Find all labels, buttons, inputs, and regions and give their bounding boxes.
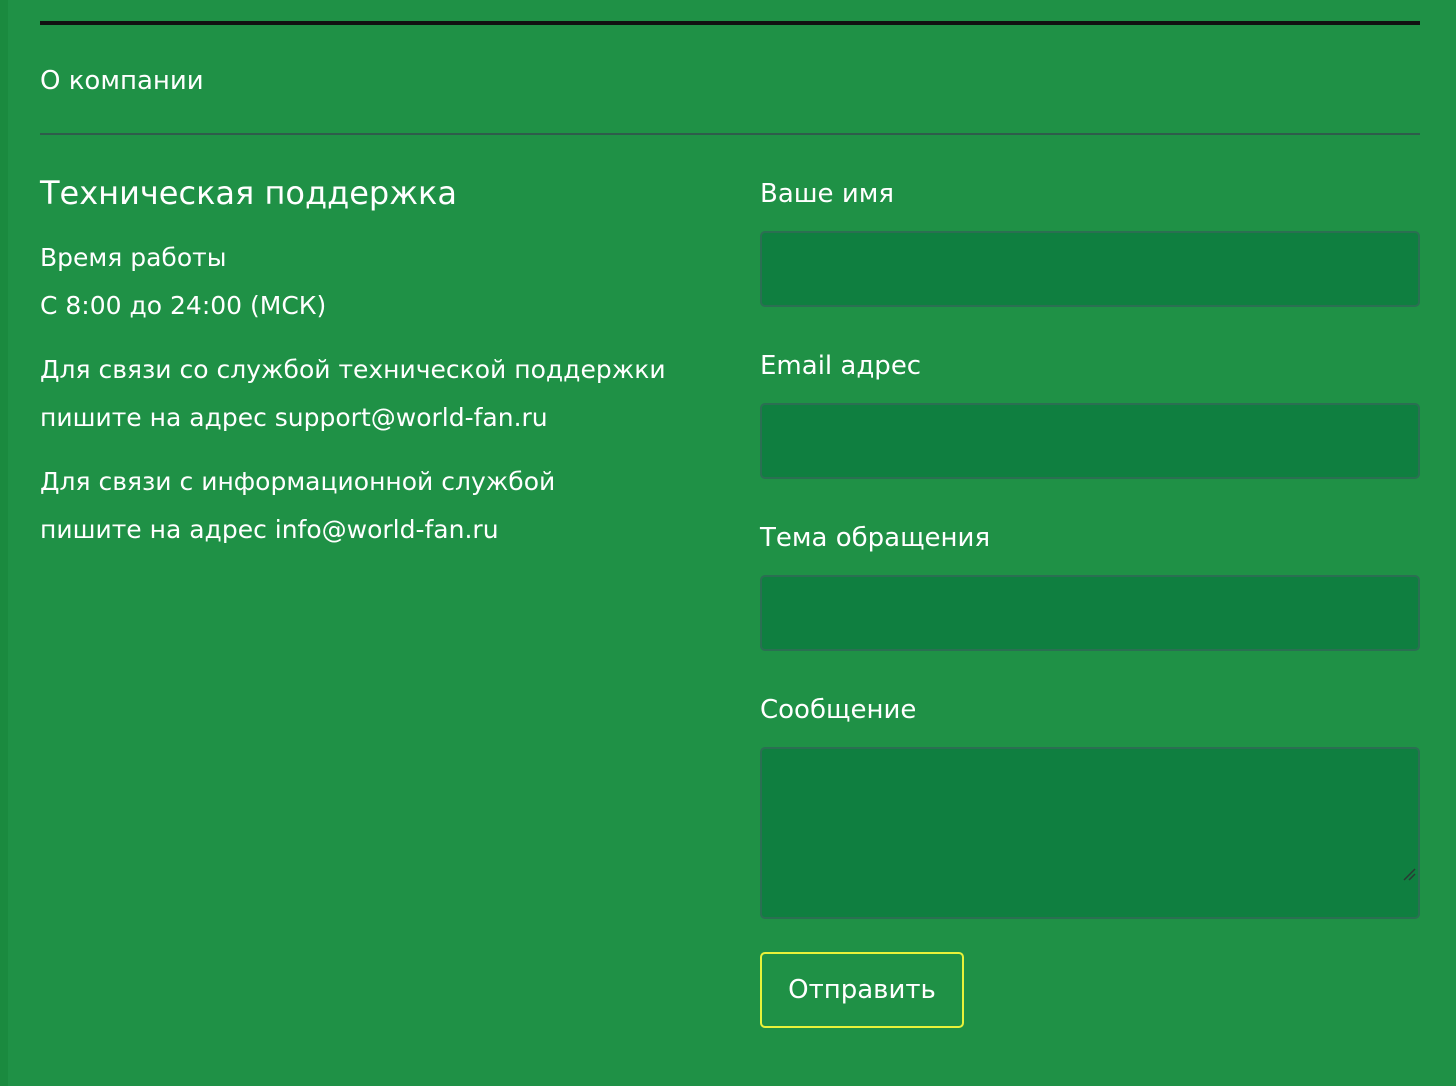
name-input[interactable] <box>760 231 1420 307</box>
contact-form: Ваше имя Email адрес Тема обращения Сооб… <box>760 175 1420 1028</box>
support-info: Техническая поддержка Время работы С 8:0… <box>40 170 730 554</box>
message-textarea[interactable] <box>760 747 1420 919</box>
resize-grip-icon[interactable] <box>1402 867 1416 881</box>
section-divider <box>40 133 1420 135</box>
info-service-text-line1: Для связи с информационной службой <box>40 467 556 496</box>
info-service-text-line2: пишите на адрес info@world-fan.ru <box>40 515 499 544</box>
message-wrapper <box>760 747 1420 919</box>
hours-value: С 8:00 до 24:00 (МСК) <box>40 291 327 320</box>
about-company-link[interactable]: О компании <box>40 64 204 98</box>
message-label: Сообщение <box>760 695 917 725</box>
submit-button[interactable]: Отправить <box>760 952 964 1028</box>
name-label: Ваше имя <box>760 179 894 209</box>
email-label: Email адрес <box>760 351 922 381</box>
subject-label: Тема обращения <box>760 523 991 553</box>
left-edge-strip <box>0 0 8 1086</box>
support-title: Техническая поддержка <box>40 174 457 212</box>
hours-label: Время работы <box>40 243 227 272</box>
top-rule <box>40 21 1420 25</box>
tech-support-text-line2: пишите на адрес support@world-fan.ru <box>40 403 548 432</box>
subject-input[interactable] <box>760 575 1420 651</box>
tech-support-text-line1: Для связи со службой технической поддерж… <box>40 355 666 384</box>
email-input[interactable] <box>760 403 1420 479</box>
